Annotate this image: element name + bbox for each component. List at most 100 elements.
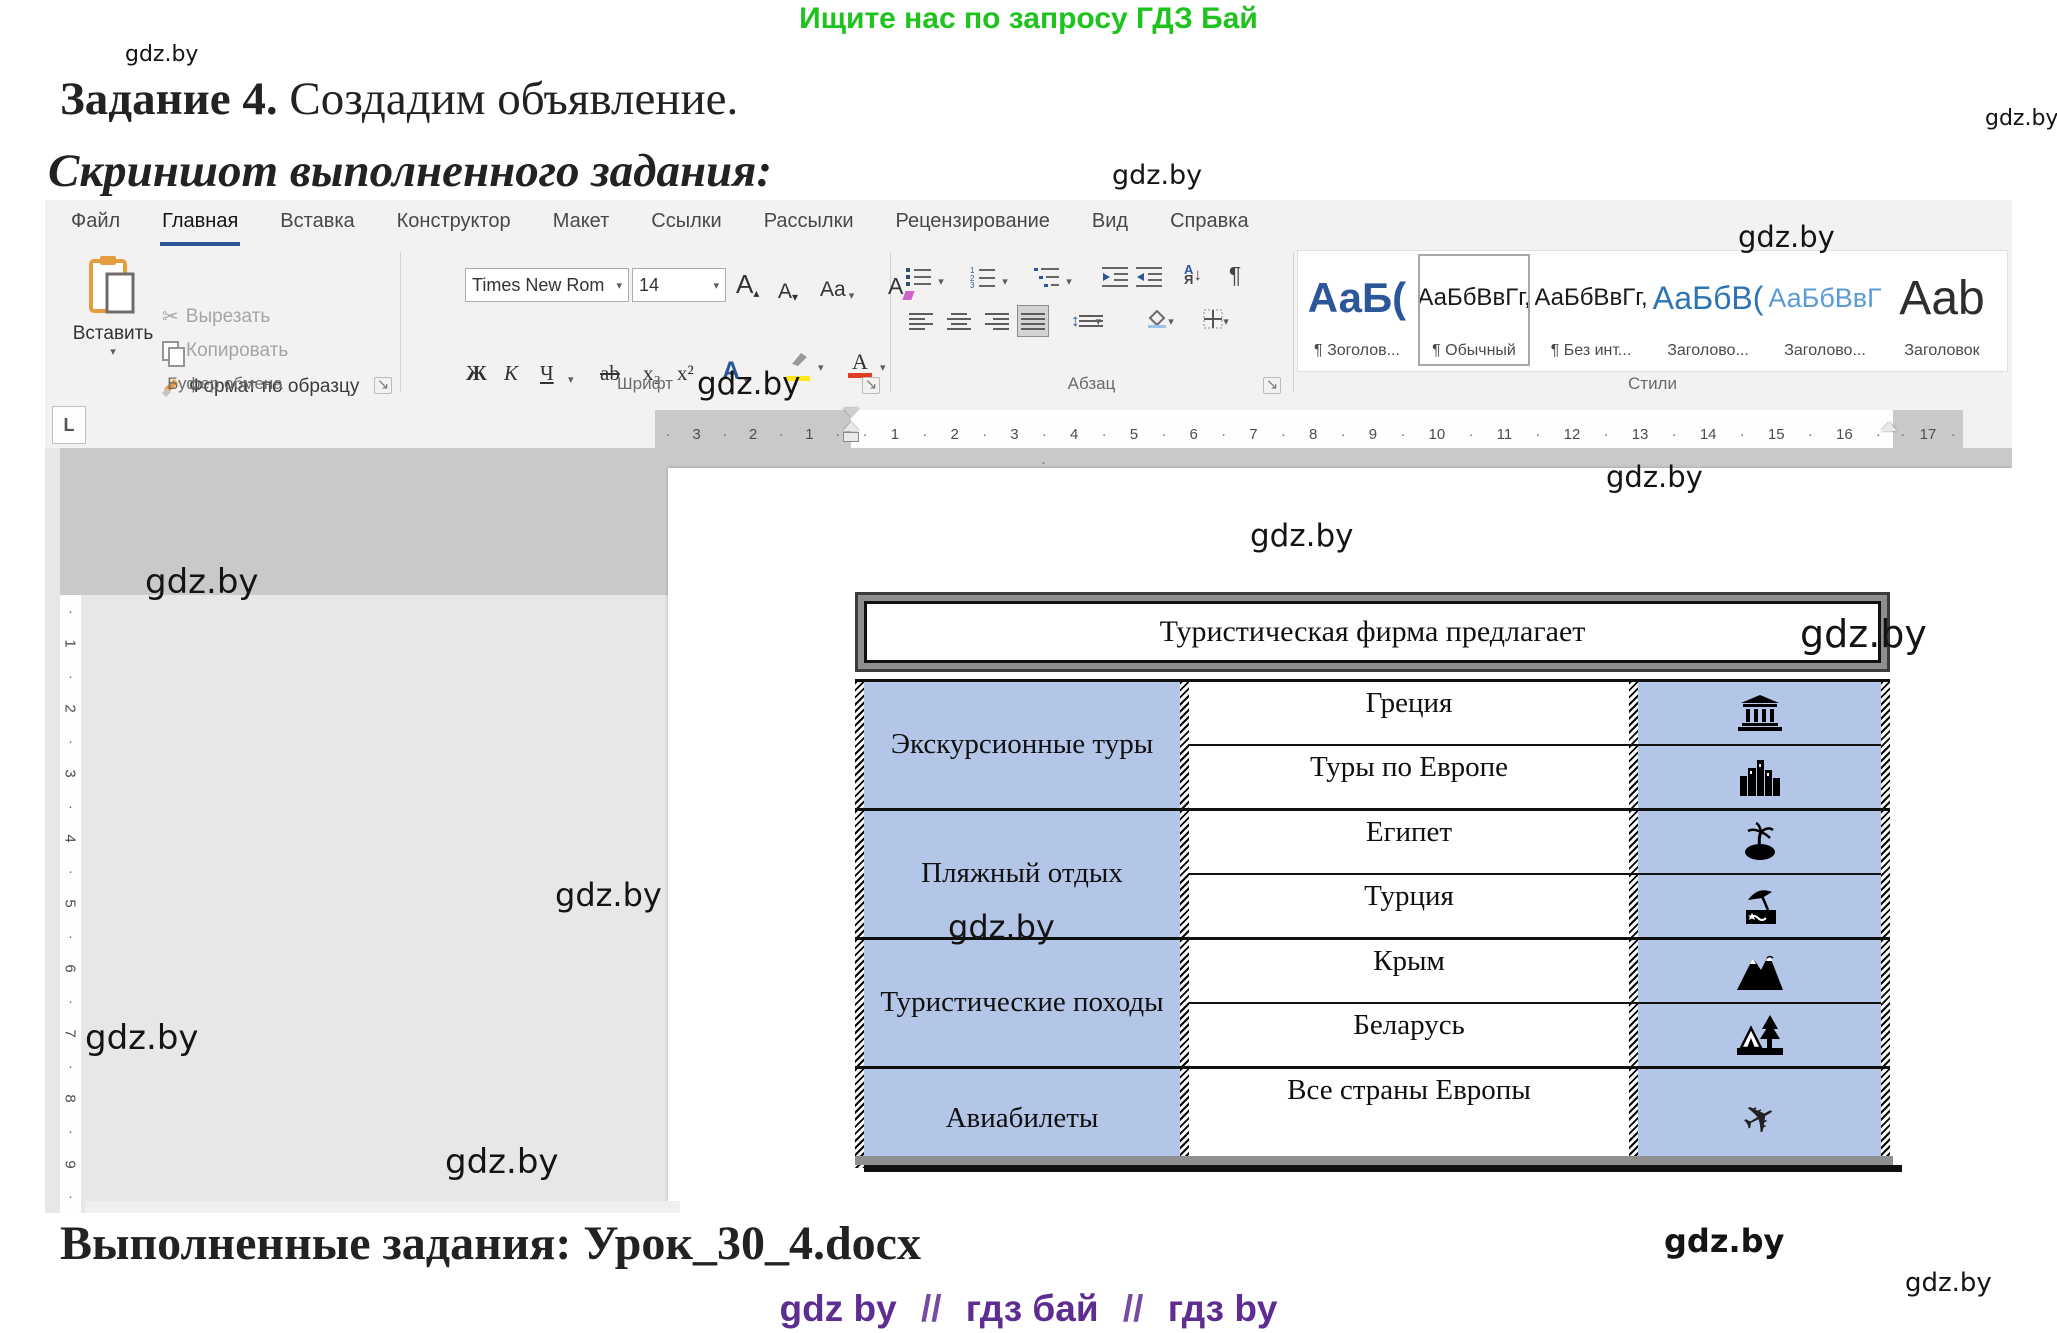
- destination-cell[interactable]: Беларусь: [1189, 1004, 1629, 1066]
- tab-mailings[interactable]: Рассылки: [762, 204, 856, 246]
- watermark: gdz.by: [1738, 220, 1835, 254]
- icon-cell[interactable]: [1638, 875, 1881, 937]
- numbered-list-menu[interactable]: ▾: [998, 266, 1012, 296]
- announcement-header-frame[interactable]: Туристическая фирма предлагает: [855, 592, 1890, 672]
- shrink-font-button[interactable]: A▾: [778, 270, 798, 304]
- hatched-border: [1881, 1069, 1890, 1168]
- align-left-button[interactable]: [906, 306, 936, 336]
- change-case-button[interactable]: Aa▾: [820, 268, 854, 302]
- tab-view[interactable]: Вид: [1090, 204, 1130, 246]
- line-spacing-button[interactable]: ↕ ▾: [1066, 306, 1106, 336]
- hatched-border: [855, 1069, 864, 1168]
- icon-cell[interactable]: [1638, 940, 1881, 1002]
- category-cell[interactable]: Экскурсионные туры: [864, 682, 1180, 808]
- table-row: Турция: [1189, 873, 1881, 937]
- watermark: gdz.by: [555, 876, 662, 914]
- left-indent-marker[interactable]: [844, 433, 858, 441]
- icon-cell[interactable]: [1638, 1004, 1881, 1066]
- font-size-combo[interactable]: 14 ▾: [632, 268, 726, 302]
- increase-indent-button[interactable]: [1134, 262, 1164, 292]
- align-center-button[interactable]: [944, 306, 974, 336]
- table-group: Туристические походы Крым: [855, 937, 1890, 1066]
- table-row: Туры по Европе: [1189, 744, 1881, 808]
- first-line-indent-marker[interactable]: [843, 408, 859, 417]
- destination-cell[interactable]: Крым: [1189, 940, 1629, 1002]
- watermark: gdz.by: [445, 1142, 559, 1182]
- font-name-combo[interactable]: Times New Rom ▾: [465, 268, 629, 302]
- numbered-list-button[interactable]: 123: [968, 262, 998, 292]
- right-indent-marker[interactable]: [1881, 422, 1897, 431]
- tab-references[interactable]: Ссылки: [649, 204, 723, 246]
- style-preview: АаБбВвГг,: [1535, 254, 1647, 342]
- paste-button[interactable]: Вставить ▾: [64, 254, 162, 364]
- style-item-title[interactable]: Aab Заголовок: [1886, 254, 1998, 366]
- destination-cell[interactable]: Турция: [1189, 875, 1629, 937]
- paragraph-dialog-launcher[interactable]: ↘: [1263, 377, 1281, 394]
- watermark: gdz.by: [1800, 612, 1927, 656]
- tab-review[interactable]: Рецензирование: [893, 204, 1051, 246]
- announcement-header-text[interactable]: Туристическая фирма предлагает: [864, 601, 1881, 663]
- tab-stop-selector[interactable]: L: [52, 406, 86, 444]
- borders-button[interactable]: ▾: [1194, 306, 1238, 336]
- tab-file[interactable]: Файл: [69, 204, 122, 246]
- pilcrow-button[interactable]: ¶: [1220, 260, 1250, 290]
- destination-cell[interactable]: Греция: [1189, 682, 1629, 744]
- decrease-indent-button[interactable]: [1100, 262, 1130, 292]
- multilevel-list-menu[interactable]: ▾: [1062, 266, 1076, 296]
- align-right-button[interactable]: [982, 306, 1012, 336]
- icon-cell[interactable]: [1638, 811, 1881, 873]
- cut-button[interactable]: ✂ Вырезать: [162, 304, 270, 329]
- destination-cell[interactable]: Египет: [1189, 811, 1629, 873]
- tab-layout[interactable]: Макет: [551, 204, 612, 246]
- tab-help[interactable]: Справка: [1168, 204, 1250, 246]
- copy-icon: [162, 341, 179, 361]
- category-cell[interactable]: Авиабилеты: [864, 1069, 1180, 1168]
- table-row: Крым: [1189, 940, 1881, 1002]
- task-number: Задание 4.: [60, 73, 278, 125]
- chevron-down-icon: ▾: [64, 345, 162, 358]
- style-item-normal[interactable]: АаБбВвГг, ¶ Обычный: [1418, 254, 1530, 366]
- clipboard-dialog-launcher[interactable]: ↘: [374, 377, 392, 394]
- shading-button[interactable]: ▾: [1138, 306, 1182, 336]
- vertical-ruler[interactable]: ·1·2·3·4·5·6·7·8·9·: [60, 595, 81, 1213]
- style-label: Заголово...: [1784, 342, 1866, 366]
- icon-cell[interactable]: ✈: [1638, 1069, 1881, 1168]
- justify-button[interactable]: [1018, 306, 1048, 336]
- document-page[interactable]: Туристическая фирма предлагает Экскурсио…: [668, 468, 2012, 1213]
- styles-group-label: Стили: [1293, 374, 2012, 394]
- chevron-down-icon: ▾: [616, 279, 622, 292]
- style-item-no-spacing[interactable]: АаБбВвГг, ¶ Без инт...: [1535, 254, 1647, 366]
- change-case-glyph: Aa: [820, 278, 846, 302]
- bullet-list-button[interactable]: [904, 262, 934, 292]
- tab-insert[interactable]: Вставка: [278, 204, 356, 246]
- copy-button[interactable]: Копировать: [162, 340, 288, 362]
- sort-button[interactable]: А Я ↓: [1178, 260, 1208, 290]
- watermark: gdz.by: [145, 562, 259, 602]
- destination-cell[interactable]: Туры по Европе: [1189, 746, 1629, 808]
- icon-cell[interactable]: [1638, 682, 1881, 744]
- style-preview: АаБбВвГг,: [1418, 254, 1530, 342]
- tab-design[interactable]: Конструктор: [395, 204, 513, 246]
- style-item-heading2[interactable]: АаБбВвГ Заголово...: [1769, 254, 1881, 366]
- grow-font-glyph: A: [736, 269, 753, 300]
- destination-cell[interactable]: Все страны Европы: [1189, 1069, 1629, 1168]
- style-item-heading1[interactable]: АаБбВ( Заголово...: [1652, 254, 1764, 366]
- hanging-indent-marker[interactable]: [843, 422, 859, 431]
- icon-cell[interactable]: [1638, 746, 1881, 808]
- hatched-border: [1180, 811, 1189, 937]
- sort-arrow-icon: ↓: [1193, 268, 1202, 282]
- line-spacing-icon: ↕: [1071, 311, 1080, 331]
- grow-font-button[interactable]: A▴: [736, 266, 759, 300]
- watermark: gdz.by: [1664, 1222, 1784, 1260]
- style-item-heading0[interactable]: АаБ( ¶ Зоголов...: [1301, 254, 1413, 366]
- font-size-value: 14: [639, 275, 659, 296]
- hatched-border: [1180, 940, 1189, 1066]
- category-cell[interactable]: Туристические походы: [864, 940, 1180, 1066]
- tab-home[interactable]: Главная: [160, 204, 240, 246]
- table-row: Греция: [1189, 682, 1881, 744]
- font-dialog-launcher[interactable]: ↘: [862, 377, 880, 394]
- ribbon: Вставить ▾ ✂ Вырезать Копировать Форм: [45, 246, 2012, 400]
- cut-label: Вырезать: [186, 306, 271, 328]
- multilevel-list-button[interactable]: [1032, 262, 1062, 292]
- bullet-list-menu[interactable]: ▾: [934, 266, 948, 296]
